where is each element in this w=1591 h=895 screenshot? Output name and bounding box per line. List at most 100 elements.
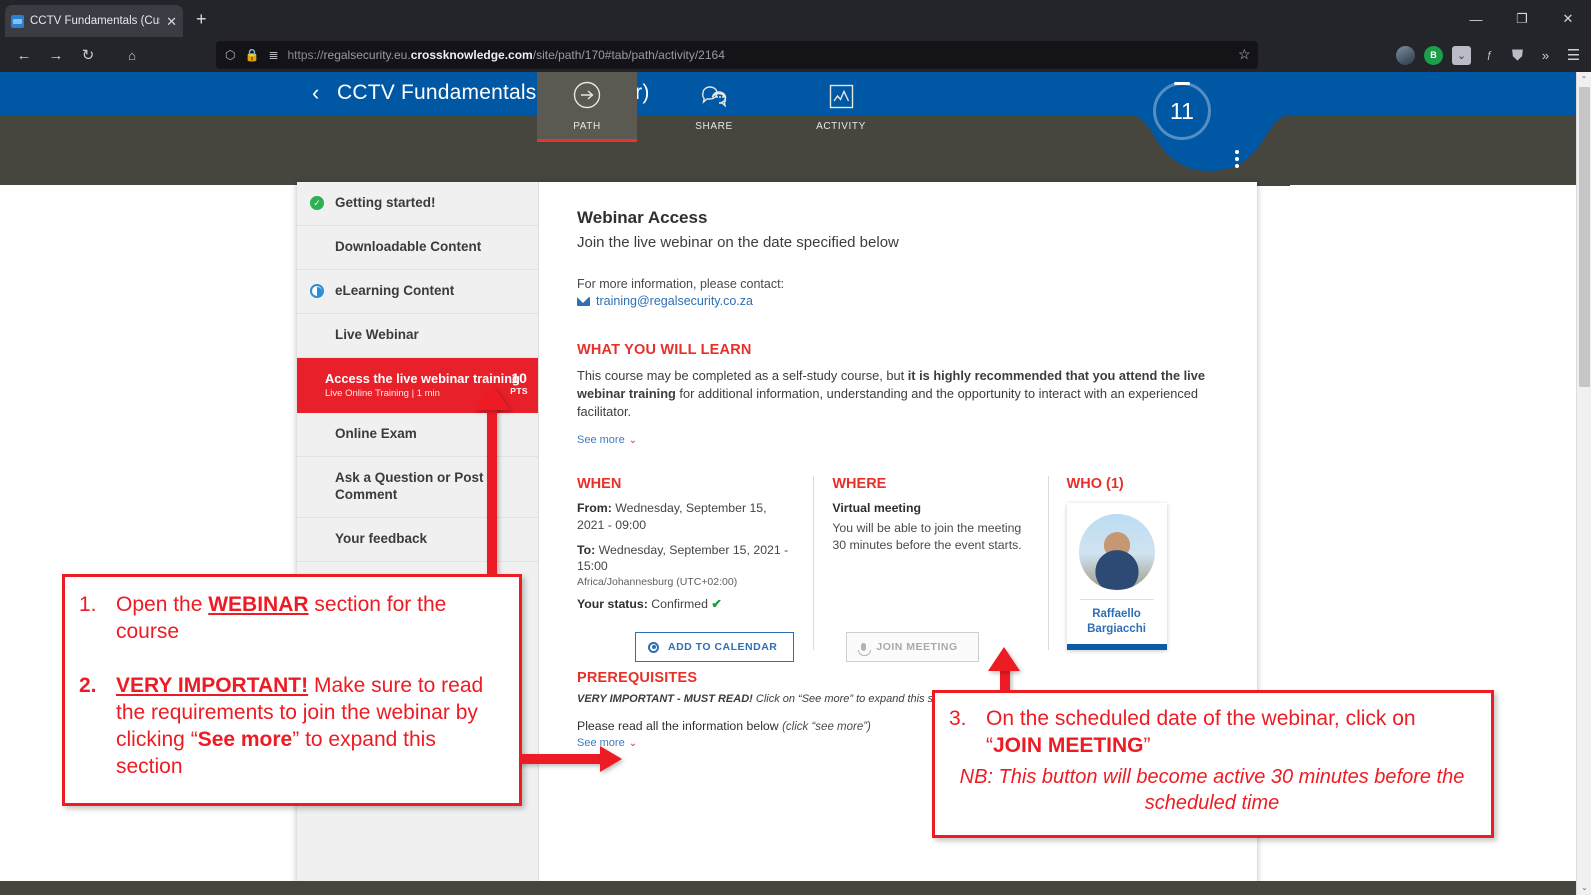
bitwarden-extension-icon[interactable]: B — [1424, 45, 1443, 65]
url-text: https://regalsecurity.eu.crossknowledge.… — [288, 48, 725, 62]
annotation-step-3: 3. On the scheduled date of the webinar,… — [949, 705, 1475, 759]
step-1-number: 1. — [79, 593, 97, 616]
where-subtitle: Virtual meeting — [832, 501, 921, 516]
site-permissions-icon[interactable]: ≣ — [268, 48, 278, 62]
browser-tab[interactable]: CCTV Fundamentals (Customer) ✕ — [5, 5, 183, 37]
sidebar-item-ask-question[interactable]: Ask a Question or Post a Comment — [297, 457, 538, 519]
learn-body-text: This course may be completed as a self-s… — [577, 367, 1225, 421]
download-extension-icon[interactable]: ⌄ — [1452, 45, 1471, 65]
page-bottom-strip — [0, 881, 1576, 895]
status-value: Confirmed — [651, 596, 708, 611]
step-1-emphasis: WEBINAR — [208, 593, 309, 616]
contact-email-link[interactable]: training@regalsecurity.co.za — [577, 294, 1225, 308]
close-window-button[interactable]: ✕ — [1545, 0, 1591, 38]
plus-circle-icon — [648, 641, 659, 653]
sidebar-item-elearning-content[interactable]: eLearning Content — [297, 270, 538, 314]
prereq-line-main: Please read all the information below — [577, 719, 783, 734]
forward-icon[interactable]: → — [40, 40, 72, 70]
step-1-before: Open the — [116, 593, 209, 616]
course-nav-list: ✓ Getting started! Downloadable Content … — [297, 182, 538, 562]
new-tab-button[interactable]: + — [196, 10, 207, 28]
annotation-arrow-2-shaft — [519, 754, 607, 764]
contact-email-text: training@regalsecurity.co.za — [596, 294, 753, 308]
more-options-icon[interactable] — [1235, 150, 1239, 168]
add-to-calendar-button[interactable]: ADD TO CALENDAR — [635, 632, 795, 663]
points-badge: 10 PTS — [510, 369, 528, 396]
when-from-label: From: — [577, 501, 612, 516]
browser-menu-icon[interactable]: ☰ — [1564, 46, 1583, 65]
lock-icon[interactable]: 🔒 — [244, 48, 259, 62]
tab-path[interactable]: PATH — [537, 72, 637, 142]
grammarly-extension-icon[interactable]: ƒ — [1480, 46, 1499, 65]
bookmark-star-icon[interactable]: ☆ — [1238, 46, 1251, 63]
chevron-down-icon: ⌄ — [628, 737, 638, 749]
column-who: WHO (1) Raffaello Bargiacchi — [1049, 476, 1225, 651]
adblock-shield-extension-icon[interactable]: ⛊ — [1508, 46, 1527, 65]
page-scrollbar[interactable]: ⌃ ⌄ — [1576, 72, 1591, 895]
back-chevron-icon[interactable]: ‹ — [312, 82, 319, 104]
close-icon[interactable]: ✕ — [166, 15, 177, 28]
event-detail-columns: WHEN From: Wednesday, September 15, 2021… — [577, 476, 1225, 663]
presenter-first-name: Raffaello — [1092, 608, 1141, 621]
page-favicon — [11, 14, 24, 28]
back-icon[interactable]: ← — [8, 40, 40, 70]
url-subdomain: regalsecurity.eu. — [323, 48, 411, 62]
mail-icon — [577, 296, 590, 306]
points-value: 10 — [511, 369, 527, 386]
scroll-down-icon[interactable]: ⌄ — [1577, 880, 1591, 895]
app-header — [0, 72, 1576, 115]
step-2-number: 2. — [79, 674, 97, 697]
section-heading-prerequisites: PREREQUISITES — [577, 670, 698, 687]
sidebar-item-getting-started[interactable]: ✓ Getting started! — [297, 182, 538, 226]
sidebar-item-online-exam[interactable]: Online Exam — [297, 413, 538, 458]
sidebar-item-your-feedback[interactable]: Your feedback — [297, 518, 538, 562]
tab-share[interactable]: SHARE — [664, 72, 764, 142]
extensions-toolbar: B ⌄ ƒ ⛊ » ☰ — [1396, 41, 1583, 69]
when-timezone: Africa/Johannesburg (UTC+02:00) — [577, 575, 738, 588]
annotation-step-3-note: NB: This button will become active 30 mi… — [959, 766, 1465, 814]
microphone-icon — [858, 643, 872, 657]
tab-activity[interactable]: ACTIVITY — [791, 72, 891, 142]
restore-button[interactable]: ❐ — [1499, 0, 1545, 38]
presenter-card[interactable]: Raffaello Bargiacchi — [1066, 503, 1167, 651]
sidebar-item-label: Getting started! — [335, 195, 436, 210]
annotation-step-1: 1. Open the WEBINAR section for the cour… — [79, 591, 503, 645]
sidebar-item-label: Your feedback — [335, 531, 428, 547]
who-heading: WHO (1) — [1066, 476, 1124, 493]
shield-icon[interactable]: ⬡ — [225, 48, 235, 62]
scroll-up-icon[interactable]: ⌃ — [1577, 72, 1591, 87]
column-when: WHEN From: Wednesday, September 15, 2021… — [577, 476, 813, 663]
presenter-last-name: Bargiacchi — [1087, 622, 1146, 635]
browser-titlebar: CCTV Fundamentals (Customer) ✕ + — ❐ ✕ — [0, 0, 1591, 38]
presenter-name: Raffaello Bargiacchi — [1074, 607, 1160, 644]
tab-activity-label: ACTIVITY — [816, 120, 866, 132]
overflow-extensions-icon[interactable]: » — [1536, 46, 1555, 65]
annotation-arrow-1-shaft — [487, 404, 497, 576]
sidebar-item-label: eLearning Content — [335, 282, 455, 298]
sidebar-item-downloadable-content[interactable]: Downloadable Content — [297, 226, 538, 270]
step-3-text-c: ” — [1143, 734, 1151, 757]
chat-bubbles-icon — [699, 82, 729, 115]
profile-avatar-icon[interactable] — [1396, 45, 1415, 65]
url-path: /site/path/170#tab/path/activity/2164 — [532, 48, 725, 62]
chevron-down-icon: ⌄ — [628, 434, 638, 446]
address-bar[interactable]: ⬡ 🔒 ≣ https://regalsecurity.eu.crossknow… — [216, 41, 1258, 69]
browser-window: CCTV Fundamentals (Customer) ✕ + — ❐ ✕ ←… — [0, 0, 1591, 895]
join-meeting-button[interactable]: JOIN MEETING — [846, 632, 979, 663]
avatar — [1078, 514, 1155, 591]
see-more-learn-link[interactable]: See more ⌄ — [577, 434, 637, 446]
reload-icon[interactable]: ↻ — [72, 40, 104, 70]
app-tabstrip — [0, 115, 1576, 186]
check-icon: ✔ — [711, 596, 722, 611]
activity-subtitle: Join the live webinar on the date specif… — [577, 234, 899, 251]
scrollbar-thumb[interactable] — [1579, 87, 1590, 387]
annotation-arrow-1-head — [474, 384, 510, 410]
sidebar-item-live-webinar[interactable]: Live Webinar — [297, 314, 538, 358]
home-icon[interactable]: ⌂ — [118, 48, 146, 63]
minimize-button[interactable]: — — [1453, 0, 1499, 38]
step-2-bold: See more — [197, 728, 293, 751]
when-from: From: Wednesday, September 15, 2021 - 09… — [577, 500, 795, 533]
prereq-note-bold: VERY IMPORTANT - MUST READ! — [577, 693, 753, 706]
window-controls: — ❐ ✕ — [1453, 0, 1591, 38]
when-to-label: To: — [577, 542, 596, 557]
